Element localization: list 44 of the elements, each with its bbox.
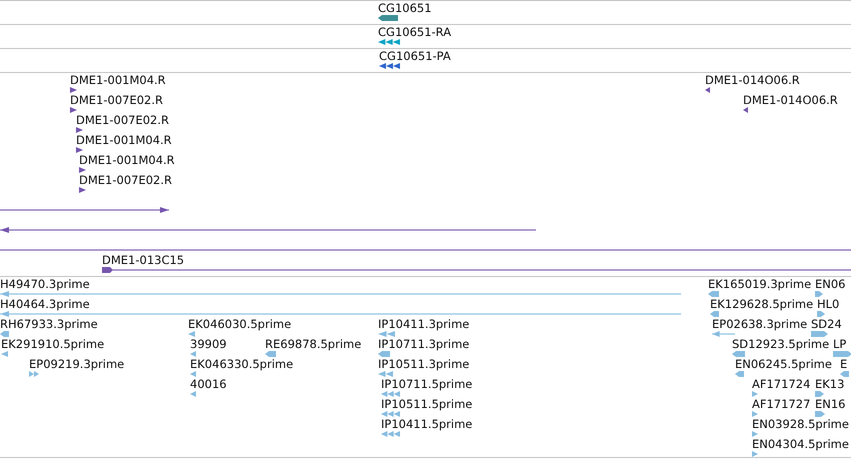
feature-label: H40464.3prime	[0, 297, 90, 312]
feature-label: CG10651	[378, 1, 432, 16]
feature-label: EK046030.5prime	[188, 317, 292, 332]
feature-label: EP02638.3prime	[712, 317, 808, 332]
feature-label: LP	[833, 337, 846, 352]
feature-label: EK13	[815, 377, 844, 392]
feature-label: SD24	[811, 317, 842, 332]
feature-label: CG10651-PA	[379, 49, 451, 64]
feature-label: DME1-001M04.R	[76, 133, 172, 148]
feature-label: EP09219.3prime	[29, 357, 124, 372]
feature-label: IP10711.5prime	[381, 377, 472, 392]
feature-label: EN04304.5prime	[752, 437, 849, 452]
feature-label: IP10411.3prime	[378, 317, 470, 332]
feature-label: AF171724	[752, 377, 810, 392]
feature-label: EN06	[815, 277, 846, 292]
feature-label: RE69878.5prime	[265, 337, 362, 352]
feature-label: HL0	[817, 297, 840, 312]
feature-label: SD12923.5prime	[732, 337, 830, 352]
feature-label: E	[840, 357, 848, 372]
feature-label: 39909	[190, 337, 227, 352]
feature-label: DME1-014O06.R	[705, 73, 800, 88]
feature-label: DME1-001M04.R	[70, 73, 166, 88]
feature-label: EK129628.5prime	[710, 297, 814, 312]
feature-label: DME1-007E02.R	[79, 173, 172, 188]
feature-label: IP10511.5prime	[381, 397, 472, 412]
feature-label: EK291910.5prime	[1, 337, 104, 352]
feature-label: 40016	[190, 377, 227, 392]
feature-label: DME1-007E02.R	[70, 93, 164, 108]
feature-label: H49470.3prime	[0, 277, 90, 292]
feature-label: CG10651-RA	[378, 25, 452, 40]
feature-label: RH67933.3prime	[0, 317, 98, 332]
feature-label: EN03928.5prime	[752, 417, 849, 432]
feature-label: EN06245.5prime	[735, 357, 832, 372]
feature-label: DME1-013C15	[102, 253, 184, 268]
feature-label: DME1-014O06.R	[743, 93, 838, 108]
feature-label: EN16	[815, 397, 846, 412]
feature-label: DME1-001M04.R	[79, 153, 175, 168]
feature-label: AF171727	[752, 397, 810, 412]
feature-label: IP10411.5prime	[381, 417, 472, 432]
feature-label: EK165019.3prime	[708, 277, 812, 292]
feature-label: EK046330.5prime	[190, 357, 294, 372]
feature-label: IP10511.3prime	[378, 357, 470, 372]
feature-label: IP10711.3prime	[378, 337, 470, 352]
feature-label: DME1-007E02.R	[76, 113, 170, 128]
